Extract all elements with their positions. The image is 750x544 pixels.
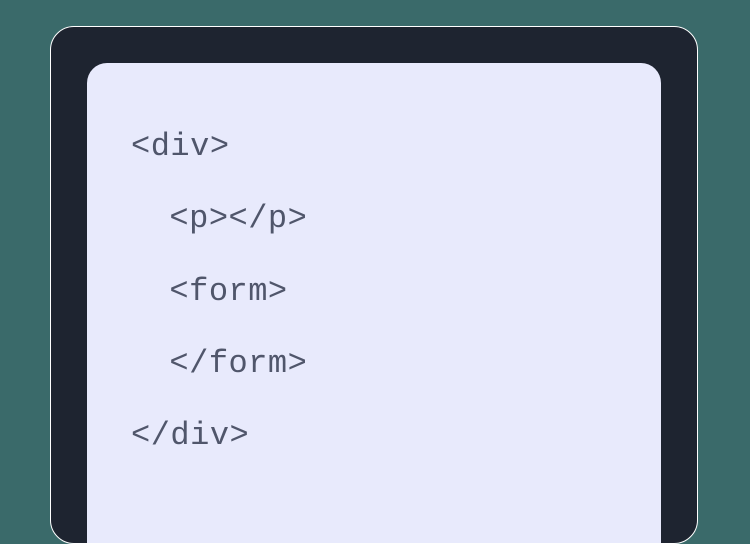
code-line: <div> — [131, 128, 230, 165]
code-line: <p></p> — [169, 200, 307, 237]
code-window-frame: <div> <p></p> <form> </form> </div> — [50, 26, 698, 544]
code-line: </form> — [169, 345, 307, 382]
code-line: </div> — [131, 417, 249, 454]
code-panel: <div> <p></p> <form> </form> </div> — [87, 63, 661, 543]
code-line: <form> — [169, 273, 287, 310]
code-block: <div> <p></p> <form> </form> </div> — [131, 111, 617, 473]
